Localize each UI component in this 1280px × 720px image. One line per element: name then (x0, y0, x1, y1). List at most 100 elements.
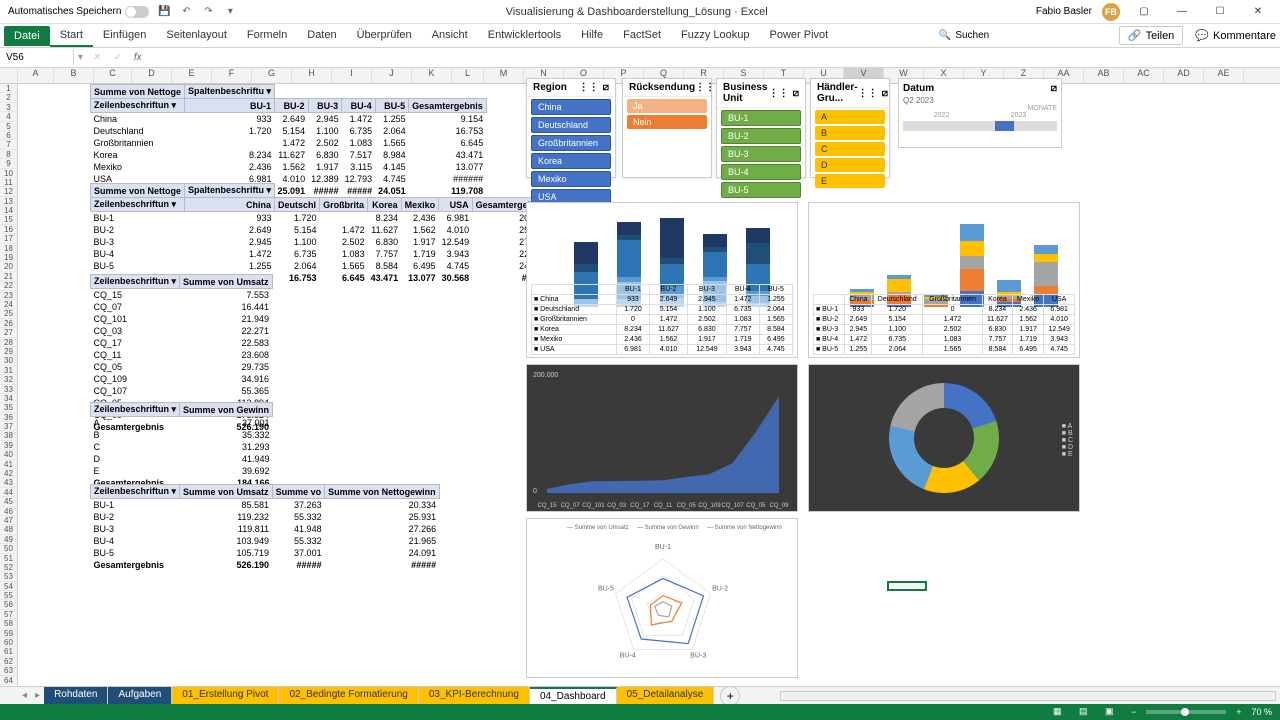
row-header[interactable]: 58 (0, 619, 17, 628)
ribbon-tab-power pivot[interactable]: Power Pivot (760, 25, 839, 47)
qat-more-icon[interactable]: ▾ (223, 5, 237, 19)
row-header[interactable]: 15 (0, 215, 17, 224)
slicer-item[interactable]: Korea (531, 153, 611, 169)
name-box[interactable]: V56 (0, 50, 74, 65)
ribbon-tab-daten[interactable]: Daten (297, 25, 346, 47)
pivot-table-5[interactable]: Zeilenbeschriftun ▾Summe von UmsatzSumme… (90, 484, 440, 571)
search-box[interactable]: 🔍 Suchen (939, 30, 1119, 41)
col-header[interactable]: L (452, 68, 484, 83)
pivot-table-2[interactable]: Summe von NettogeSpaltenbeschriftu ▾Zeil… (90, 183, 550, 284)
row-header[interactable]: 1 (0, 84, 17, 93)
row-header[interactable]: 8 (0, 150, 17, 159)
row-header[interactable]: 24 (0, 300, 17, 309)
row-header[interactable]: 13 (0, 197, 17, 206)
row-header[interactable]: 26 (0, 319, 17, 328)
timeline-datum[interactable]: Datum⧄ Q2 2023 MONATE 20222023 (898, 78, 1062, 148)
minimize-icon[interactable]: ― (1168, 2, 1196, 22)
clear-filter-icon[interactable]: ⧄ (882, 88, 888, 99)
row-header[interactable]: 47 (0, 516, 17, 525)
ribbon-tab-factset[interactable]: FactSet (613, 25, 671, 47)
row-headers[interactable]: 1234567891011121314151617181920212223242… (0, 84, 18, 685)
ribbon-display-icon[interactable]: ▢ (1130, 2, 1158, 22)
row-header[interactable]: 34 (0, 394, 17, 403)
row-header[interactable]: 27 (0, 328, 17, 337)
sheet-tab[interactable]: 03_KPI-Berechnung (419, 687, 530, 704)
row-header[interactable]: 45 (0, 497, 17, 506)
horizontal-scrollbar[interactable] (780, 691, 1276, 701)
row-header[interactable]: 10 (0, 169, 17, 178)
row-header[interactable]: 43 (0, 478, 17, 487)
sheet-nav-first-icon[interactable]: ◂ (18, 690, 31, 701)
selected-cell[interactable] (887, 581, 927, 591)
slicer-businessunit[interactable]: Business Unit⋮⋮⧄ BU-1BU-2BU-3BU-4BU-5 (716, 78, 806, 178)
row-header[interactable]: 3 (0, 103, 17, 112)
row-header[interactable]: 7 (0, 140, 17, 149)
save-icon[interactable]: 💾 (157, 5, 171, 19)
col-header[interactable]: B (54, 68, 94, 83)
row-header[interactable]: 56 (0, 600, 17, 609)
row-header[interactable]: 40 (0, 450, 17, 459)
undo-icon[interactable]: ↶ (179, 5, 193, 19)
sheet-tab[interactable]: Rohdaten (44, 687, 108, 704)
row-header[interactable]: 48 (0, 525, 17, 534)
zoom-out-icon[interactable]: − (1131, 707, 1136, 717)
row-header[interactable]: 31 (0, 366, 17, 375)
ribbon-tab-formeln[interactable]: Formeln (237, 25, 297, 47)
zoom-slider[interactable] (1146, 710, 1226, 714)
ribbon-tab-ansicht[interactable]: Ansicht (422, 25, 478, 47)
fx-icon[interactable]: fx (128, 52, 148, 63)
zoom-in-icon[interactable]: + (1236, 707, 1241, 717)
row-header[interactable]: 57 (0, 610, 17, 619)
sheet-tab[interactable]: 01_Erstellung Pivot (172, 687, 279, 704)
slicer-item[interactable]: BU-3 (721, 146, 801, 162)
slicer-item[interactable]: D (815, 158, 885, 172)
row-header[interactable]: 23 (0, 291, 17, 300)
slicer-item[interactable]: B (815, 126, 885, 140)
slicer-haendler[interactable]: Händler-Gru...⋮⋮⧄ ABCDE (810, 78, 890, 178)
namebox-dropdown-icon[interactable]: ▾ (74, 52, 87, 63)
add-sheet-button[interactable]: + (720, 686, 740, 706)
row-header[interactable]: 49 (0, 535, 17, 544)
col-header[interactable]: AD (1164, 68, 1204, 83)
ribbon-tab-hilfe[interactable]: Hilfe (571, 25, 613, 47)
row-header[interactable]: 64 (0, 676, 17, 685)
row-header[interactable]: 37 (0, 422, 17, 431)
row-header[interactable]: 18 (0, 244, 17, 253)
col-header[interactable]: G (252, 68, 292, 83)
row-header[interactable]: 63 (0, 666, 17, 675)
row-header[interactable]: 22 (0, 281, 17, 290)
user-avatar[interactable]: FB (1102, 3, 1120, 21)
slicer-item[interactable]: BU-4 (721, 164, 801, 180)
row-header[interactable]: 33 (0, 385, 17, 394)
row-header[interactable]: 44 (0, 488, 17, 497)
row-header[interactable]: 42 (0, 469, 17, 478)
row-header[interactable]: 12 (0, 187, 17, 196)
row-header[interactable]: 25 (0, 309, 17, 318)
chart-stacked-bar-region[interactable]: ChinaDeutschlandGroßbritannienKoreaMexik… (808, 202, 1080, 358)
clear-timeline-icon[interactable]: ⧄ (1051, 83, 1057, 94)
row-header[interactable]: 16 (0, 225, 17, 234)
chart-stacked-bar-bu[interactable]: BU-1BU-2BU-3BU-4BU-5■ China9332.6492.945… (526, 202, 798, 358)
sheet-nav-prev-icon[interactable]: ▸ (31, 690, 44, 701)
row-header[interactable]: 55 (0, 591, 17, 600)
clear-filter-icon[interactable]: ⧄ (603, 82, 609, 93)
row-header[interactable]: 50 (0, 544, 17, 553)
col-header[interactable]: I (332, 68, 372, 83)
ribbon-tab-entwicklertools[interactable]: Entwicklertools (478, 25, 571, 47)
slicer-region[interactable]: Region⋮⋮⧄ ChinaDeutschlandGroßbritannien… (526, 78, 616, 178)
row-header[interactable]: 29 (0, 347, 17, 356)
sheet-tab[interactable]: 05_Detailanalyse (617, 687, 715, 704)
row-header[interactable]: 6 (0, 131, 17, 140)
col-header[interactable]: F (212, 68, 252, 83)
clear-filter-icon[interactable]: ⧄ (793, 88, 799, 99)
sheet-tab[interactable]: 04_Dashboard (530, 687, 617, 704)
col-header[interactable]: E (172, 68, 212, 83)
row-header[interactable]: 36 (0, 413, 17, 422)
pivot-table-1[interactable]: Summe von NettogeSpaltenbeschriftu ▾Zeil… (90, 84, 487, 197)
multiselect-icon[interactable]: ⋮⋮ (579, 82, 599, 93)
ribbon-tab-start[interactable]: Start (50, 25, 93, 47)
row-header[interactable]: 46 (0, 507, 17, 516)
col-header[interactable]: D (132, 68, 172, 83)
cancel-formula-icon[interactable]: ✕ (87, 52, 107, 63)
row-header[interactable]: 35 (0, 403, 17, 412)
